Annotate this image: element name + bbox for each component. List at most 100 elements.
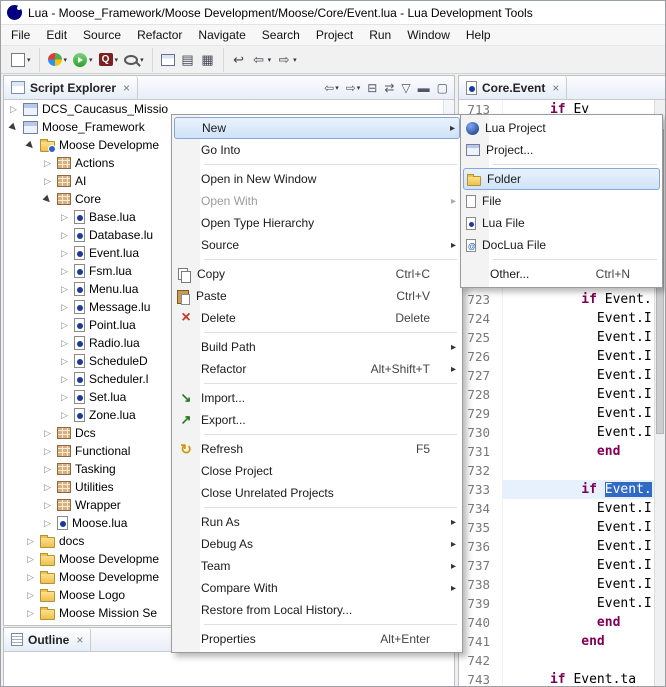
line-number[interactable]: 727 — [459, 366, 503, 385]
code-line[interactable]: 732 — [459, 461, 654, 480]
tab-outline[interactable]: Outline × — [4, 628, 91, 651]
line-number[interactable]: 741 — [459, 632, 503, 651]
last-edit-location-button[interactable]: ↩ — [229, 50, 249, 69]
context-menu-item-build-path[interactable]: Build Path▸ — [174, 336, 460, 358]
submenu-item-other[interactable]: Other...Ctrl+N — [463, 263, 660, 285]
context-menu-item-paste[interactable]: PasteCtrl+V — [174, 285, 460, 307]
line-number[interactable]: 737 — [459, 556, 503, 575]
expand-arrow-icon[interactable]: ▷ — [42, 482, 53, 493]
context-menu-item-open-in-new-window[interactable]: Open in New Window — [174, 168, 460, 190]
menubar-file[interactable]: File — [3, 26, 38, 44]
context-menu-item-refresh[interactable]: RefreshF5 — [174, 438, 460, 460]
expand-arrow-icon[interactable]: ▷ — [8, 104, 19, 115]
line-number[interactable]: 742 — [459, 651, 503, 670]
forward-button[interactable]: ⇨▾ — [274, 50, 300, 69]
new-button[interactable]: ▾ — [8, 51, 34, 69]
submenu-item-project[interactable]: Project... — [463, 139, 660, 161]
line-number[interactable]: 723 — [459, 290, 503, 309]
context-menu-item-run-as[interactable]: Run As▸ — [174, 511, 460, 533]
maximize-view-button[interactable]: ▢ — [437, 81, 448, 95]
expand-arrow-icon[interactable]: ▷ — [25, 590, 36, 601]
expand-arrow-icon[interactable]: ▷ — [59, 284, 70, 295]
code-line[interactable]: 741 end — [459, 632, 654, 651]
view-forward-button[interactable]: ⇨▾ — [346, 81, 361, 95]
line-number[interactable]: 743 — [459, 670, 503, 686]
expand-arrow-icon[interactable]: ▷ — [59, 230, 70, 241]
tab-script-explorer[interactable]: Script Explorer × — [4, 76, 138, 99]
context-menu-item-open-type-hierarchy[interactable]: Open Type Hierarchy — [174, 212, 460, 234]
line-number[interactable]: 738 — [459, 575, 503, 594]
collapse-arrow-icon[interactable]: ▶ — [23, 137, 39, 153]
menubar-refactor[interactable]: Refactor — [129, 26, 190, 44]
menubar-edit[interactable]: Edit — [38, 26, 75, 44]
expand-arrow-icon[interactable]: ▷ — [42, 176, 53, 187]
menubar-window[interactable]: Window — [399, 26, 458, 44]
submenu-item-doclua-file[interactable]: DocLua File — [463, 234, 660, 256]
line-number[interactable]: 726 — [459, 347, 503, 366]
context-menu-item-compare-with[interactable]: Compare With▸ — [174, 577, 460, 599]
line-number[interactable]: 734 — [459, 499, 503, 518]
line-number[interactable]: 735 — [459, 518, 503, 537]
line-number[interactable]: 725 — [459, 328, 503, 347]
context-menu-item-debug-as[interactable]: Debug As▸ — [174, 533, 460, 555]
expand-arrow-icon[interactable]: ▷ — [25, 554, 36, 565]
menubar-run[interactable]: Run — [361, 26, 399, 44]
expand-arrow-icon[interactable]: ▷ — [25, 536, 36, 547]
open-perspective-button[interactable] — [158, 52, 178, 68]
code-line[interactable]: 743 if Event.ta — [459, 670, 654, 686]
line-number[interactable]: 739 — [459, 594, 503, 613]
submenu-item-lua-file[interactable]: Lua File — [463, 212, 660, 234]
expand-arrow-icon[interactable]: ▷ — [59, 392, 70, 403]
code-line[interactable]: 727 Event.I — [459, 366, 654, 385]
layout-rows-button[interactable]: ▤ — [178, 50, 198, 69]
link-with-editor-button[interactable]: ⇄ — [384, 81, 394, 95]
context-menu-item-close-project[interactable]: Close Project — [174, 460, 460, 482]
menubar-project[interactable]: Project — [308, 26, 361, 44]
code-line[interactable]: 736 Event.I — [459, 537, 654, 556]
submenu-item-folder[interactable]: Folder — [463, 168, 660, 190]
line-number[interactable]: 730 — [459, 423, 503, 442]
code-line[interactable]: 734 Event.I — [459, 499, 654, 518]
close-icon[interactable]: × — [552, 81, 559, 95]
tab-core-event[interactable]: Core.Event × — [459, 76, 567, 99]
expand-arrow-icon[interactable]: ▷ — [42, 428, 53, 439]
context-menu-item-team[interactable]: Team▸ — [174, 555, 460, 577]
context-menu-item-close-unrelated-projects[interactable]: Close Unrelated Projects — [174, 482, 460, 504]
code-line[interactable]: 740 end — [459, 613, 654, 632]
view-menu-button[interactable]: ▽ — [401, 81, 410, 95]
expand-arrow-icon[interactable]: ▷ — [59, 356, 70, 367]
expand-arrow-icon[interactable]: ▷ — [59, 320, 70, 331]
view-back-button[interactable]: ⇦▾ — [324, 81, 339, 95]
menubar-search[interactable]: Search — [254, 26, 308, 44]
code-line[interactable]: 729 Event.I — [459, 404, 654, 423]
code-line[interactable]: 728 Event.I — [459, 385, 654, 404]
code-line[interactable]: 738 Event.I — [459, 575, 654, 594]
expand-arrow-icon[interactable]: ▷ — [59, 410, 70, 421]
expand-arrow-icon[interactable]: ▷ — [42, 500, 53, 511]
expand-arrow-icon[interactable]: ▷ — [42, 464, 53, 475]
collapse-arrow-icon[interactable]: ▶ — [40, 191, 56, 207]
context-menu-item-refactor[interactable]: RefactorAlt+Shift+T▸ — [174, 358, 460, 380]
submenu-item-lua-project[interactable]: Lua Project — [463, 117, 660, 139]
close-icon[interactable]: × — [76, 633, 83, 647]
code-line[interactable]: 735 Event.I — [459, 518, 654, 537]
code-line[interactable]: 726 Event.I — [459, 347, 654, 366]
line-number[interactable]: 731 — [459, 442, 503, 461]
menubar-navigate[interactable]: Navigate — [190, 26, 253, 44]
line-number[interactable]: 729 — [459, 404, 503, 423]
line-number[interactable]: 724 — [459, 309, 503, 328]
run-button[interactable]: ▾ — [70, 51, 96, 69]
submenu-item-file[interactable]: File — [463, 190, 660, 212]
code-line[interactable]: 730 Event.I — [459, 423, 654, 442]
expand-arrow-icon[interactable]: ▷ — [59, 302, 70, 313]
code-line[interactable]: 742 — [459, 651, 654, 670]
expand-arrow-icon[interactable]: ▷ — [42, 518, 53, 529]
context-menu-item-import[interactable]: Import... — [174, 387, 460, 409]
expand-arrow-icon[interactable]: ▷ — [25, 572, 36, 583]
back-button[interactable]: ⇦▾ — [249, 50, 275, 69]
code-line[interactable]: 725 Event.I — [459, 328, 654, 347]
context-menu-item-properties[interactable]: PropertiesAlt+Enter — [174, 628, 460, 650]
expand-arrow-icon[interactable]: ▷ — [59, 266, 70, 277]
code-line[interactable]: 723 if Event. — [459, 290, 654, 309]
search-button[interactable]: ▾ — [121, 53, 147, 67]
